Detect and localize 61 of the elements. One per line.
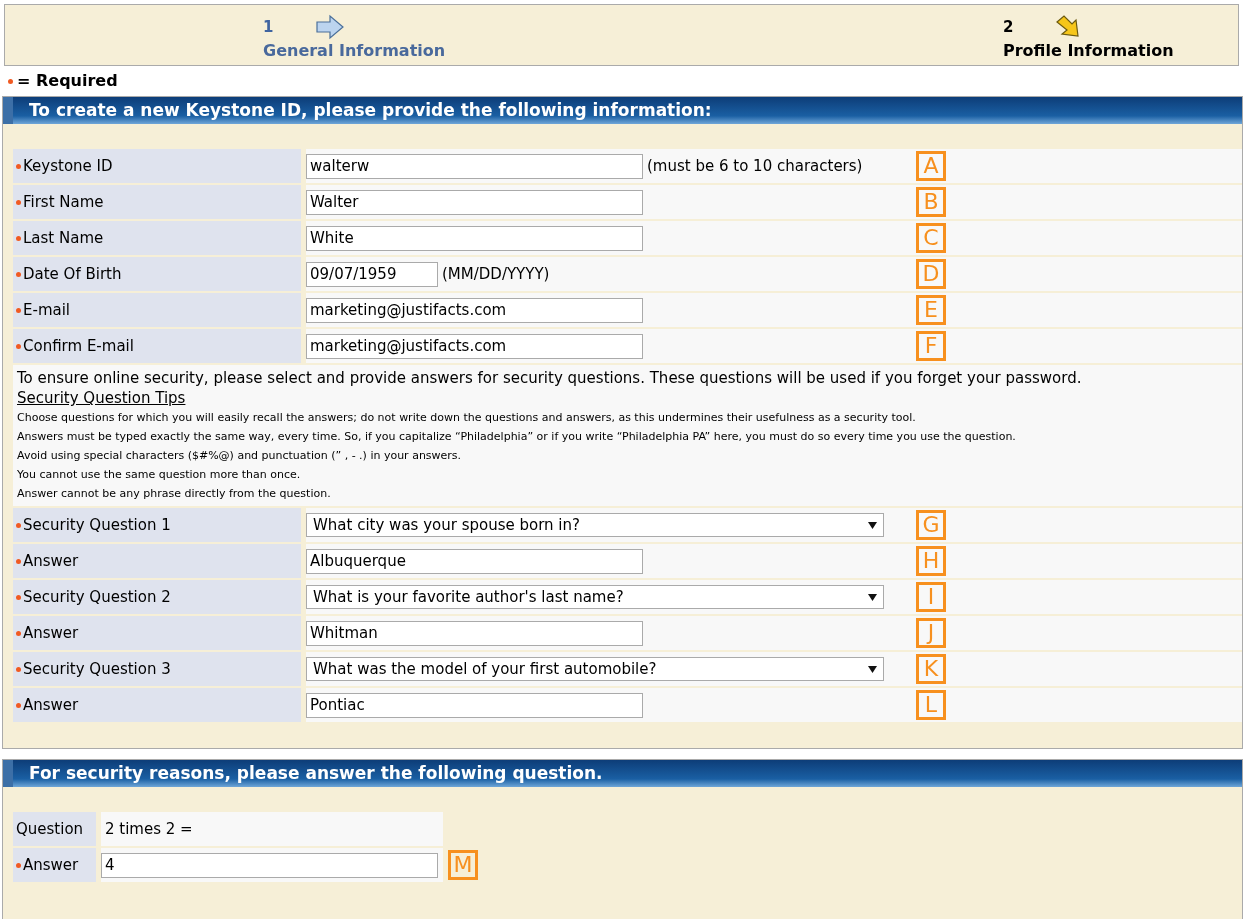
section-header: To create a new Keystone ID, please provide the following information: (3, 97, 1242, 124)
annotation-marker: A (916, 151, 946, 181)
step-number: 2 (1003, 16, 1014, 38)
field-label: Answer (13, 616, 301, 650)
intro-text: To ensure online security, please select and provide answers for security questions. These questions will be used if you forget your password. (17, 368, 1083, 388)
text-field[interactable]: 4 (101, 852, 438, 878)
annotation-marker: G (916, 510, 946, 540)
tip-text: Choose questions for which you will easily recall the answers; do not write down the questions and answers, as this undermines their usefulness as a security tool. (17, 410, 917, 426)
annotation-marker: H (916, 546, 946, 576)
question-text: 2 times 2 = (104, 818, 194, 840)
text-field[interactable]: 09/07/1959 (306, 261, 438, 287)
format-hint: (must be 6 to 10 characters) (647, 155, 863, 177)
text-field[interactable]: Pontiac (306, 692, 643, 718)
step-number: 1 (263, 16, 274, 38)
field-label: Answer (13, 688, 301, 722)
text-field[interactable]: walterw (306, 153, 643, 179)
tip-text: Answers must be typed exactly the same way, every time. So, if you capitalize “Philadelphia” or if you write “Philadelphia PA” here, you must do so every time you use the question. (17, 429, 1017, 445)
section-header: For security reasons, please answer the following question. (3, 760, 1242, 787)
caret-icon (868, 593, 877, 601)
text-field[interactable]: White (306, 225, 643, 251)
tip-text: Answer cannot be any phrase directly from the question. (17, 486, 332, 502)
required-legend: = Required (17, 69, 118, 93)
tip-text: You cannot use the same question more than once. (17, 467, 302, 483)
annotation-marker: M (448, 850, 478, 880)
text-field[interactable]: marketing@justifacts.com (306, 333, 643, 359)
text-field[interactable]: Albuquerque (306, 548, 643, 574)
field-label: Answer (13, 848, 96, 882)
annotation-marker: D (916, 259, 946, 289)
field-label: Security Question 3 (13, 652, 301, 686)
field-label: Security Question 2 (13, 580, 301, 614)
field-label: Last Name (13, 221, 301, 255)
arrow-right-icon (315, 14, 346, 40)
field-label: Confirm E-mail (13, 329, 301, 363)
field-label: E-mail (13, 293, 301, 327)
tips-link[interactable]: Security Question Tips (17, 388, 186, 408)
annotation-marker: J (916, 618, 946, 648)
annotation-marker: F (916, 331, 946, 361)
field-label: Date Of Birth (13, 257, 301, 291)
field-label: First Name (13, 185, 301, 219)
field-label: Security Question 1 (13, 508, 301, 542)
field-label: Question (13, 812, 96, 846)
annotation-marker: L (916, 690, 946, 720)
question-dropdown[interactable]: What city was your spouse born in? (306, 513, 884, 537)
caret-icon (868, 521, 877, 529)
tip-text: Avoid using special characters ($#%@) and punctuation (” , - .) in your answers. (17, 448, 463, 464)
annotation-marker: B (916, 187, 946, 217)
question-dropdown[interactable]: What is your favorite author's last name? (306, 585, 884, 609)
caret-icon (868, 665, 877, 673)
step-label[interactable]: General Information (263, 39, 446, 63)
text-field[interactable]: Walter (306, 189, 643, 215)
step-label[interactable]: Profile Information (1003, 39, 1174, 63)
annotation-marker: C (916, 223, 946, 253)
text-field[interactable]: Whitman (306, 620, 643, 646)
text-field[interactable]: marketing@justifacts.com (306, 297, 643, 323)
field-label: Keystone ID (13, 149, 301, 183)
annotation-marker: K (916, 654, 946, 684)
field-label: Answer (13, 544, 301, 578)
annotation-marker: E (916, 295, 946, 325)
question-dropdown[interactable]: What was the model of your first automobile? (306, 657, 884, 681)
annotation-marker: I (916, 582, 946, 612)
format-hint: (MM/DD/YYYY) (442, 263, 550, 285)
